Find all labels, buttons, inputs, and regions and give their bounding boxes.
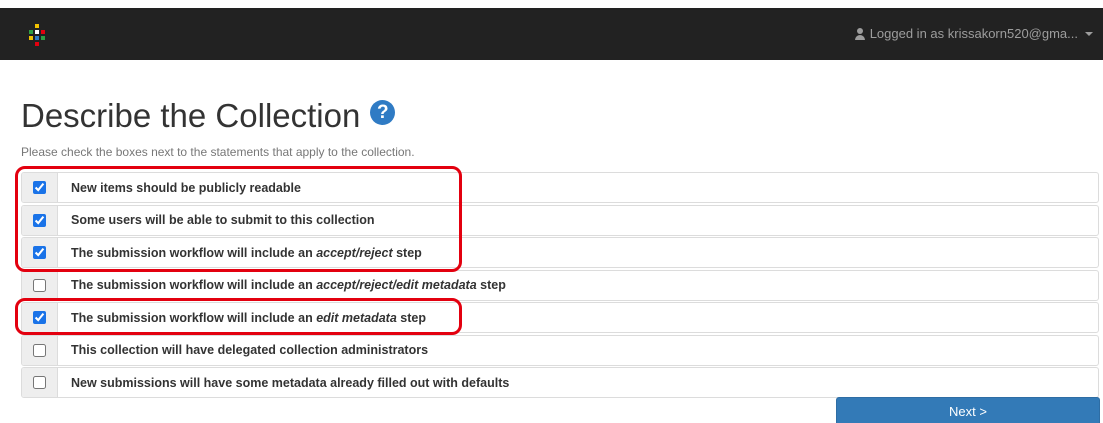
option-checkbox[interactable] bbox=[33, 213, 46, 227]
instructions-text: Please check the boxes next to the state… bbox=[21, 145, 415, 159]
option-checkbox[interactable] bbox=[33, 343, 46, 357]
app-logo-icon[interactable] bbox=[26, 24, 48, 46]
help-icon[interactable]: ? bbox=[370, 99, 396, 125]
option-label[interactable]: This collection will have delegated coll… bbox=[58, 336, 1098, 365]
option-checkbox[interactable] bbox=[33, 376, 46, 389]
checkbox-cell bbox=[22, 205, 58, 235]
checkbox-cell bbox=[22, 173, 58, 202]
option-checkbox[interactable] bbox=[33, 311, 46, 324]
option-label-suffix: step bbox=[396, 310, 426, 325]
option-label-text: The submission workflow will include an bbox=[71, 245, 317, 260]
option-row-public-readable[interactable]: New items should be publicly readable bbox=[21, 172, 1099, 203]
option-label[interactable]: New submissions will have some metadata … bbox=[58, 368, 1098, 397]
option-label-text: New submissions will have some metadata … bbox=[71, 375, 510, 390]
option-label[interactable]: Some users will be able to submit to thi… bbox=[58, 206, 1098, 235]
option-label[interactable]: The submission workflow will include an … bbox=[58, 303, 1098, 332]
option-row-delegated-admins[interactable]: This collection will have delegated coll… bbox=[21, 334, 1099, 366]
top-navbar: Logged in as krissakorn520@gma... bbox=[0, 8, 1103, 60]
checkbox-cell bbox=[22, 270, 58, 300]
options-list: New items should be publicly readable So… bbox=[21, 172, 1099, 400]
option-label-text: New items should be publicly readable bbox=[71, 180, 301, 195]
option-row-edit-metadata[interactable]: The submission workflow will include an … bbox=[21, 302, 1099, 333]
next-button[interactable]: Next > bbox=[836, 397, 1100, 423]
option-label-suffix: step bbox=[476, 278, 506, 292]
option-label-suffix: step bbox=[392, 245, 422, 260]
option-label-text: The submission workflow will include an bbox=[71, 310, 317, 325]
option-label[interactable]: The submission workflow will include an … bbox=[58, 238, 1098, 267]
checkbox-cell bbox=[22, 368, 58, 397]
option-label[interactable]: The submission workflow will include an … bbox=[58, 271, 1098, 300]
checkbox-cell bbox=[22, 303, 58, 332]
user-menu-dropdown[interactable]: Logged in as krissakorn520@gma... bbox=[854, 26, 1093, 41]
user-icon bbox=[854, 27, 866, 40]
option-label-text: This collection will have delegated coll… bbox=[71, 343, 429, 357]
caret-down-icon bbox=[1085, 31, 1093, 36]
option-label[interactable]: New items should be publicly readable bbox=[58, 173, 1098, 202]
option-checkbox[interactable] bbox=[33, 278, 46, 292]
checkbox-cell bbox=[22, 238, 58, 267]
option-row-default-metadata[interactable]: New submissions will have some metadata … bbox=[21, 367, 1099, 398]
option-label-emphasis: accept/reject bbox=[316, 245, 393, 260]
option-checkbox[interactable] bbox=[33, 246, 46, 259]
page-title-text: Describe the Collection bbox=[21, 97, 361, 134]
page-title: Describe the Collection ? bbox=[21, 96, 396, 136]
checkbox-cell bbox=[22, 335, 58, 365]
option-label-text: Some users will be able to submit to thi… bbox=[71, 213, 375, 227]
option-label-text: The submission workflow will include an bbox=[71, 278, 317, 292]
option-label-emphasis: edit metadata bbox=[316, 310, 397, 325]
option-row-users-submit[interactable]: Some users will be able to submit to thi… bbox=[21, 204, 1099, 236]
option-row-accept-reject-edit[interactable]: The submission workflow will include an … bbox=[21, 269, 1099, 301]
option-checkbox[interactable] bbox=[33, 181, 46, 194]
option-label-emphasis: accept/reject/edit metadata bbox=[316, 278, 477, 292]
option-row-accept-reject[interactable]: The submission workflow will include an … bbox=[21, 237, 1099, 268]
user-menu-label: Logged in as krissakorn520@gma... bbox=[869, 26, 1078, 41]
